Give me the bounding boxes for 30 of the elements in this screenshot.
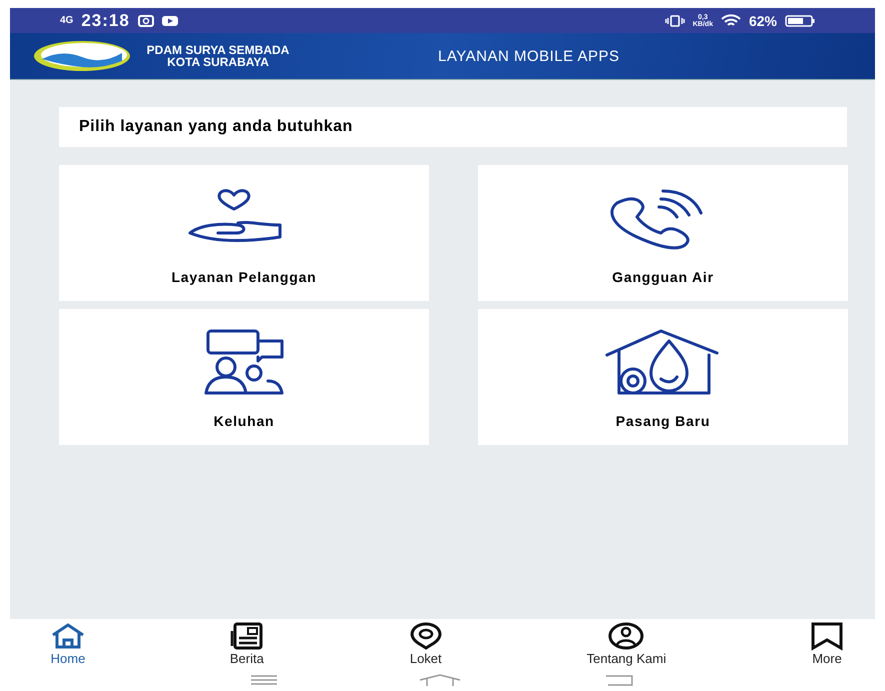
- person-circle-icon: [608, 621, 644, 651]
- location-pin-icon: [408, 621, 444, 651]
- back-icon[interactable]: [604, 674, 634, 686]
- wifi-icon: [720, 14, 741, 28]
- network-label: 4G: [60, 15, 74, 26]
- service-card[interactable]: Layanan Pelanggan: [59, 165, 429, 301]
- newspaper-icon: [228, 621, 265, 651]
- service-card[interactable]: Gangguan Air: [478, 165, 848, 301]
- house-icon: [50, 621, 86, 651]
- vibrate-icon: [664, 14, 685, 26]
- organization-city: KOTA SURABAYA: [167, 56, 269, 68]
- service-card[interactable]: Keluhan: [59, 309, 429, 445]
- battery-icon: [785, 14, 815, 26]
- bookmark-icon: [809, 621, 845, 651]
- clock: 23:18: [81, 10, 130, 30]
- organization-name: PDAM SURYA SEMBADA: [146, 44, 290, 56]
- nav-tab[interactable]: Home: [50, 619, 86, 669]
- nav-tab[interactable]: More: [809, 619, 845, 669]
- play-icon: [162, 14, 178, 26]
- menu-icon[interactable]: [251, 675, 278, 685]
- home-key-icon[interactable]: [419, 674, 462, 686]
- battery-level: 62%: [748, 12, 777, 28]
- prompt-text: Pilih layanan yang anda butuhkan: [79, 118, 353, 136]
- nav-tab[interactable]: Loket: [408, 619, 444, 669]
- service-card[interactable]: Pasang Baru: [478, 309, 848, 445]
- nav-tab[interactable]: Tentang Kami: [586, 619, 666, 669]
- logo-icon: [32, 39, 132, 73]
- app-title: LAYANAN MOBILE APPS: [438, 48, 620, 64]
- nav-tab[interactable]: Berita: [228, 619, 265, 669]
- image-icon: [138, 14, 154, 26]
